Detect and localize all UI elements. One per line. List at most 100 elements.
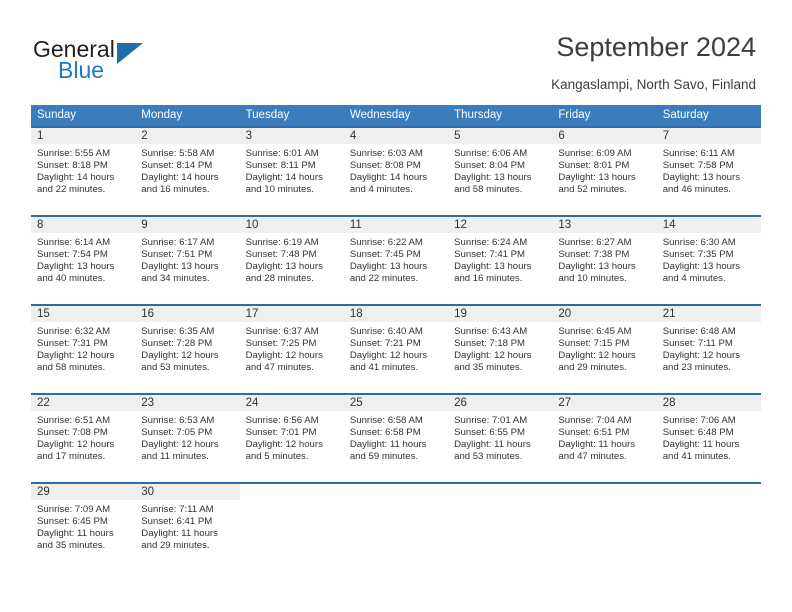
daylight-duration-line2: and 53 minutes. — [454, 451, 523, 463]
triangle-logo-icon — [117, 43, 143, 64]
day-number-band: 23 — [135, 393, 240, 411]
day-number: 2 — [141, 130, 148, 142]
sunrise-time: Sunrise: 6:40 AM — [349, 326, 423, 337]
day-number-band: 1 — [31, 126, 136, 144]
daylight-duration-line1: Daylight: 13 hours — [662, 172, 741, 184]
day-number-band: 29 — [31, 482, 136, 500]
calendar-day-cell[interactable]: 27 Sunrise: 7:04 AM Sunset: 6:51 PM Dayligh… — [552, 393, 657, 482]
daylight-duration-line2: and 41 minutes. — [662, 451, 731, 463]
calendar-day-cell[interactable]: 15 Sunrise: 6:32 AM Sunset: 7:31 PM Dayligh… — [31, 304, 136, 393]
day-number: 3 — [245, 130, 252, 142]
day-sun-info: Sunrise: 6:09 AM Sunset: 8:01 PM Daylight:… — [552, 144, 656, 196]
day-number: 12 — [454, 219, 467, 231]
day-number: 5 — [454, 130, 461, 142]
day-number: 18 — [349, 308, 363, 320]
sunset-time: Sunset: 6:51 PM — [558, 427, 630, 439]
calendar-day-cell[interactable]: 11 Sunrise: 6:22 AM Sunset: 7:45 PM Dayligh… — [343, 215, 449, 304]
calendar-day-cell[interactable]: 10 Sunrise: 6:19 AM Sunset: 7:48 PM Dayligh… — [239, 215, 344, 304]
day-number: 26 — [454, 397, 467, 409]
day-sun-info: Sunrise: 5:58 AM Sunset: 8:14 PM Daylight:… — [135, 144, 239, 196]
daylight-duration-line1: Daylight: 12 hours — [37, 350, 115, 362]
calendar-day-cell[interactable]: 14 Sunrise: 6:30 AM Sunset: 7:35 PM Dayligh… — [656, 215, 761, 304]
calendar-day-cell[interactable]: 5 Sunrise: 6:06 AM Sunset: 8:04 PM Daylight… — [448, 126, 553, 215]
calendar-day-cell[interactable]: 23 Sunrise: 6:53 AM Sunset: 7:05 PM Dayligh… — [135, 393, 240, 482]
daylight-duration-line1: Daylight: 13 hours — [141, 261, 219, 273]
calendar-day-cell[interactable]: 26 Sunrise: 7:01 AM Sunset: 6:55 PM Dayligh… — [448, 393, 553, 482]
sunrise-time: Sunrise: 5:55 AM — [37, 148, 111, 159]
calendar-day-cell[interactable]: 24 Sunrise: 6:56 AM Sunset: 7:01 PM Dayligh… — [239, 393, 344, 482]
day-sun-info: Sunrise: 6:58 AM Sunset: 6:58 PM Daylight:… — [344, 411, 448, 463]
calendar-day-cell[interactable]: 20 Sunrise: 6:45 AM Sunset: 7:15 PM Dayligh… — [552, 304, 657, 393]
calendar-day-cell[interactable]: 28 Sunrise: 7:06 AM Sunset: 6:48 PM Dayligh… — [656, 393, 761, 482]
daylight-duration-line2: and 11 minutes. — [141, 451, 209, 463]
calendar-day-cell[interactable]: 17 Sunrise: 6:37 AM Sunset: 7:25 PM Dayligh… — [239, 304, 344, 393]
calendar-day-cell[interactable]: 13 Sunrise: 6:27 AM Sunset: 7:38 PM Dayligh… — [552, 215, 657, 304]
day-number-band — [448, 482, 553, 500]
calendar-day-cell[interactable]: 1 Sunrise: 5:55 AM Sunset: 8:18 PM Daylight… — [31, 126, 136, 215]
weekday-header-wednesday: Wednesday — [349, 109, 411, 121]
day-number-band: 2 — [135, 126, 240, 144]
day-number-band: 6 — [552, 126, 657, 144]
sunset-time: Sunset: 7:35 PM — [662, 249, 734, 261]
sunrise-time: Sunrise: 6:22 AM — [349, 237, 423, 248]
day-sun-info: Sunrise: 6:22 AM Sunset: 7:45 PM Daylight:… — [344, 233, 448, 285]
generalblue-logo[interactable]: General Blue — [33, 36, 203, 88]
daylight-duration-line1: Daylight: 13 hours — [245, 261, 323, 273]
day-number-band: 9 — [135, 215, 240, 233]
calendar-day-cell[interactable]: 25 Sunrise: 6:58 AM Sunset: 6:58 PM Dayligh… — [343, 393, 449, 482]
sunset-time: Sunset: 7:15 PM — [558, 338, 630, 350]
daylight-duration-line1: Daylight: 13 hours — [662, 261, 741, 273]
sunrise-time: Sunrise: 6:03 AM — [349, 148, 423, 159]
calendar-day-cell[interactable]: 18 Sunrise: 6:40 AM Sunset: 7:21 PM Dayligh… — [343, 304, 449, 393]
day-sun-info: Sunrise: 6:45 AM Sunset: 7:15 PM Daylight:… — [552, 322, 656, 374]
day-sun-info: Sunrise: 6:06 AM Sunset: 8:04 PM Daylight:… — [448, 144, 552, 196]
calendar-day-cell[interactable]: 19 Sunrise: 6:43 AM Sunset: 7:18 PM Dayligh… — [448, 304, 553, 393]
calendar-day-cell[interactable]: 3 Sunrise: 6:01 AM Sunset: 8:11 PM Daylight… — [239, 126, 344, 215]
calendar-day-cell[interactable]: 21 Sunrise: 6:48 AM Sunset: 7:11 PM Dayligh… — [656, 304, 761, 393]
sunrise-time: Sunrise: 6:37 AM — [245, 326, 319, 337]
calendar-day-cell[interactable]: 30 Sunrise: 7:11 AM Sunset: 6:41 PM Dayligh… — [135, 482, 240, 571]
day-sun-info: Sunrise: 6:11 AM Sunset: 7:58 PM Daylight:… — [657, 144, 761, 196]
calendar-day-cell[interactable]: 16 Sunrise: 6:35 AM Sunset: 7:28 PM Dayligh… — [135, 304, 240, 393]
calendar-week-row: 29 Sunrise: 7:09 AM Sunset: 6:45 PM Dayligh… — [31, 482, 761, 571]
daylight-duration-line1: Daylight: 13 hours — [558, 261, 636, 273]
day-number-band: 21 — [656, 304, 761, 322]
day-number-band: 30 — [135, 482, 240, 500]
calendar-weeks: 1 Sunrise: 5:55 AM Sunset: 8:18 PM Daylight… — [31, 126, 761, 571]
calendar-day-cell[interactable]: 8 Sunrise: 6:14 AM Sunset: 7:54 PM Daylight… — [31, 215, 136, 304]
calendar-day-cell[interactable]: 4 Sunrise: 6:03 AM Sunset: 8:08 PM Daylight… — [343, 126, 449, 215]
calendar-day-cell[interactable]: 2 Sunrise: 5:58 AM Sunset: 8:14 PM Daylight… — [135, 126, 240, 215]
sunrise-time: Sunrise: 6:43 AM — [454, 326, 528, 337]
daylight-duration-line1: Daylight: 14 hours — [349, 172, 428, 184]
calendar-day-cell[interactable]: 6 Sunrise: 6:09 AM Sunset: 8:01 PM Daylight… — [552, 126, 657, 215]
sunrise-time: Sunrise: 7:04 AM — [558, 415, 632, 426]
calendar-day-cell[interactable]: 12 Sunrise: 6:24 AM Sunset: 7:41 PM Dayligh… — [448, 215, 553, 304]
daylight-duration-line2: and 47 minutes. — [558, 451, 627, 463]
day-number-band: 22 — [31, 393, 136, 411]
sunrise-time: Sunrise: 7:01 AM — [454, 415, 528, 426]
calendar-week-row: 22 Sunrise: 6:51 AM Sunset: 7:08 PM Dayligh… — [31, 393, 761, 482]
daylight-duration-line2: and 59 minutes. — [349, 451, 419, 463]
daylight-duration-line1: Daylight: 11 hours — [349, 439, 427, 451]
page-header: General Blue September 2024 Kangaslampi,… — [0, 0, 792, 100]
day-sun-info: Sunrise: 5:55 AM Sunset: 8:18 PM Daylight:… — [31, 144, 135, 196]
day-number: 9 — [141, 219, 148, 231]
page-title: September 2024 — [556, 32, 756, 62]
daylight-duration-line2: and 16 minutes. — [454, 273, 523, 285]
calendar-day-cell[interactable]: 7 Sunrise: 6:11 AM Sunset: 7:58 PM Daylight… — [656, 126, 761, 215]
daylight-duration-line2: and 34 minutes. — [141, 273, 210, 285]
sunset-time: Sunset: 7:25 PM — [245, 338, 317, 350]
daylight-duration-line2: and 46 minutes. — [662, 184, 731, 196]
sunrise-time: Sunrise: 6:53 AM — [141, 415, 215, 426]
day-sun-info: Sunrise: 6:24 AM Sunset: 7:41 PM Daylight:… — [448, 233, 552, 285]
day-number: 8 — [37, 219, 44, 231]
day-sun-info: Sunrise: 6:30 AM Sunset: 7:35 PM Daylight:… — [657, 233, 761, 285]
calendar-day-cell[interactable]: 9 Sunrise: 6:17 AM Sunset: 7:51 PM Daylight… — [135, 215, 240, 304]
day-number: 16 — [141, 308, 155, 320]
sunset-time: Sunset: 7:51 PM — [141, 249, 213, 261]
calendar-day-cell[interactable]: 29 Sunrise: 7:09 AM Sunset: 6:45 PM Dayligh… — [31, 482, 136, 571]
daylight-duration-line1: Daylight: 12 hours — [558, 350, 636, 362]
day-sun-info: Sunrise: 7:06 AM Sunset: 6:48 PM Daylight:… — [657, 411, 761, 463]
day-number-band: 13 — [552, 215, 657, 233]
calendar-day-cell[interactable]: 22 Sunrise: 6:51 AM Sunset: 7:08 PM Dayligh… — [31, 393, 136, 482]
